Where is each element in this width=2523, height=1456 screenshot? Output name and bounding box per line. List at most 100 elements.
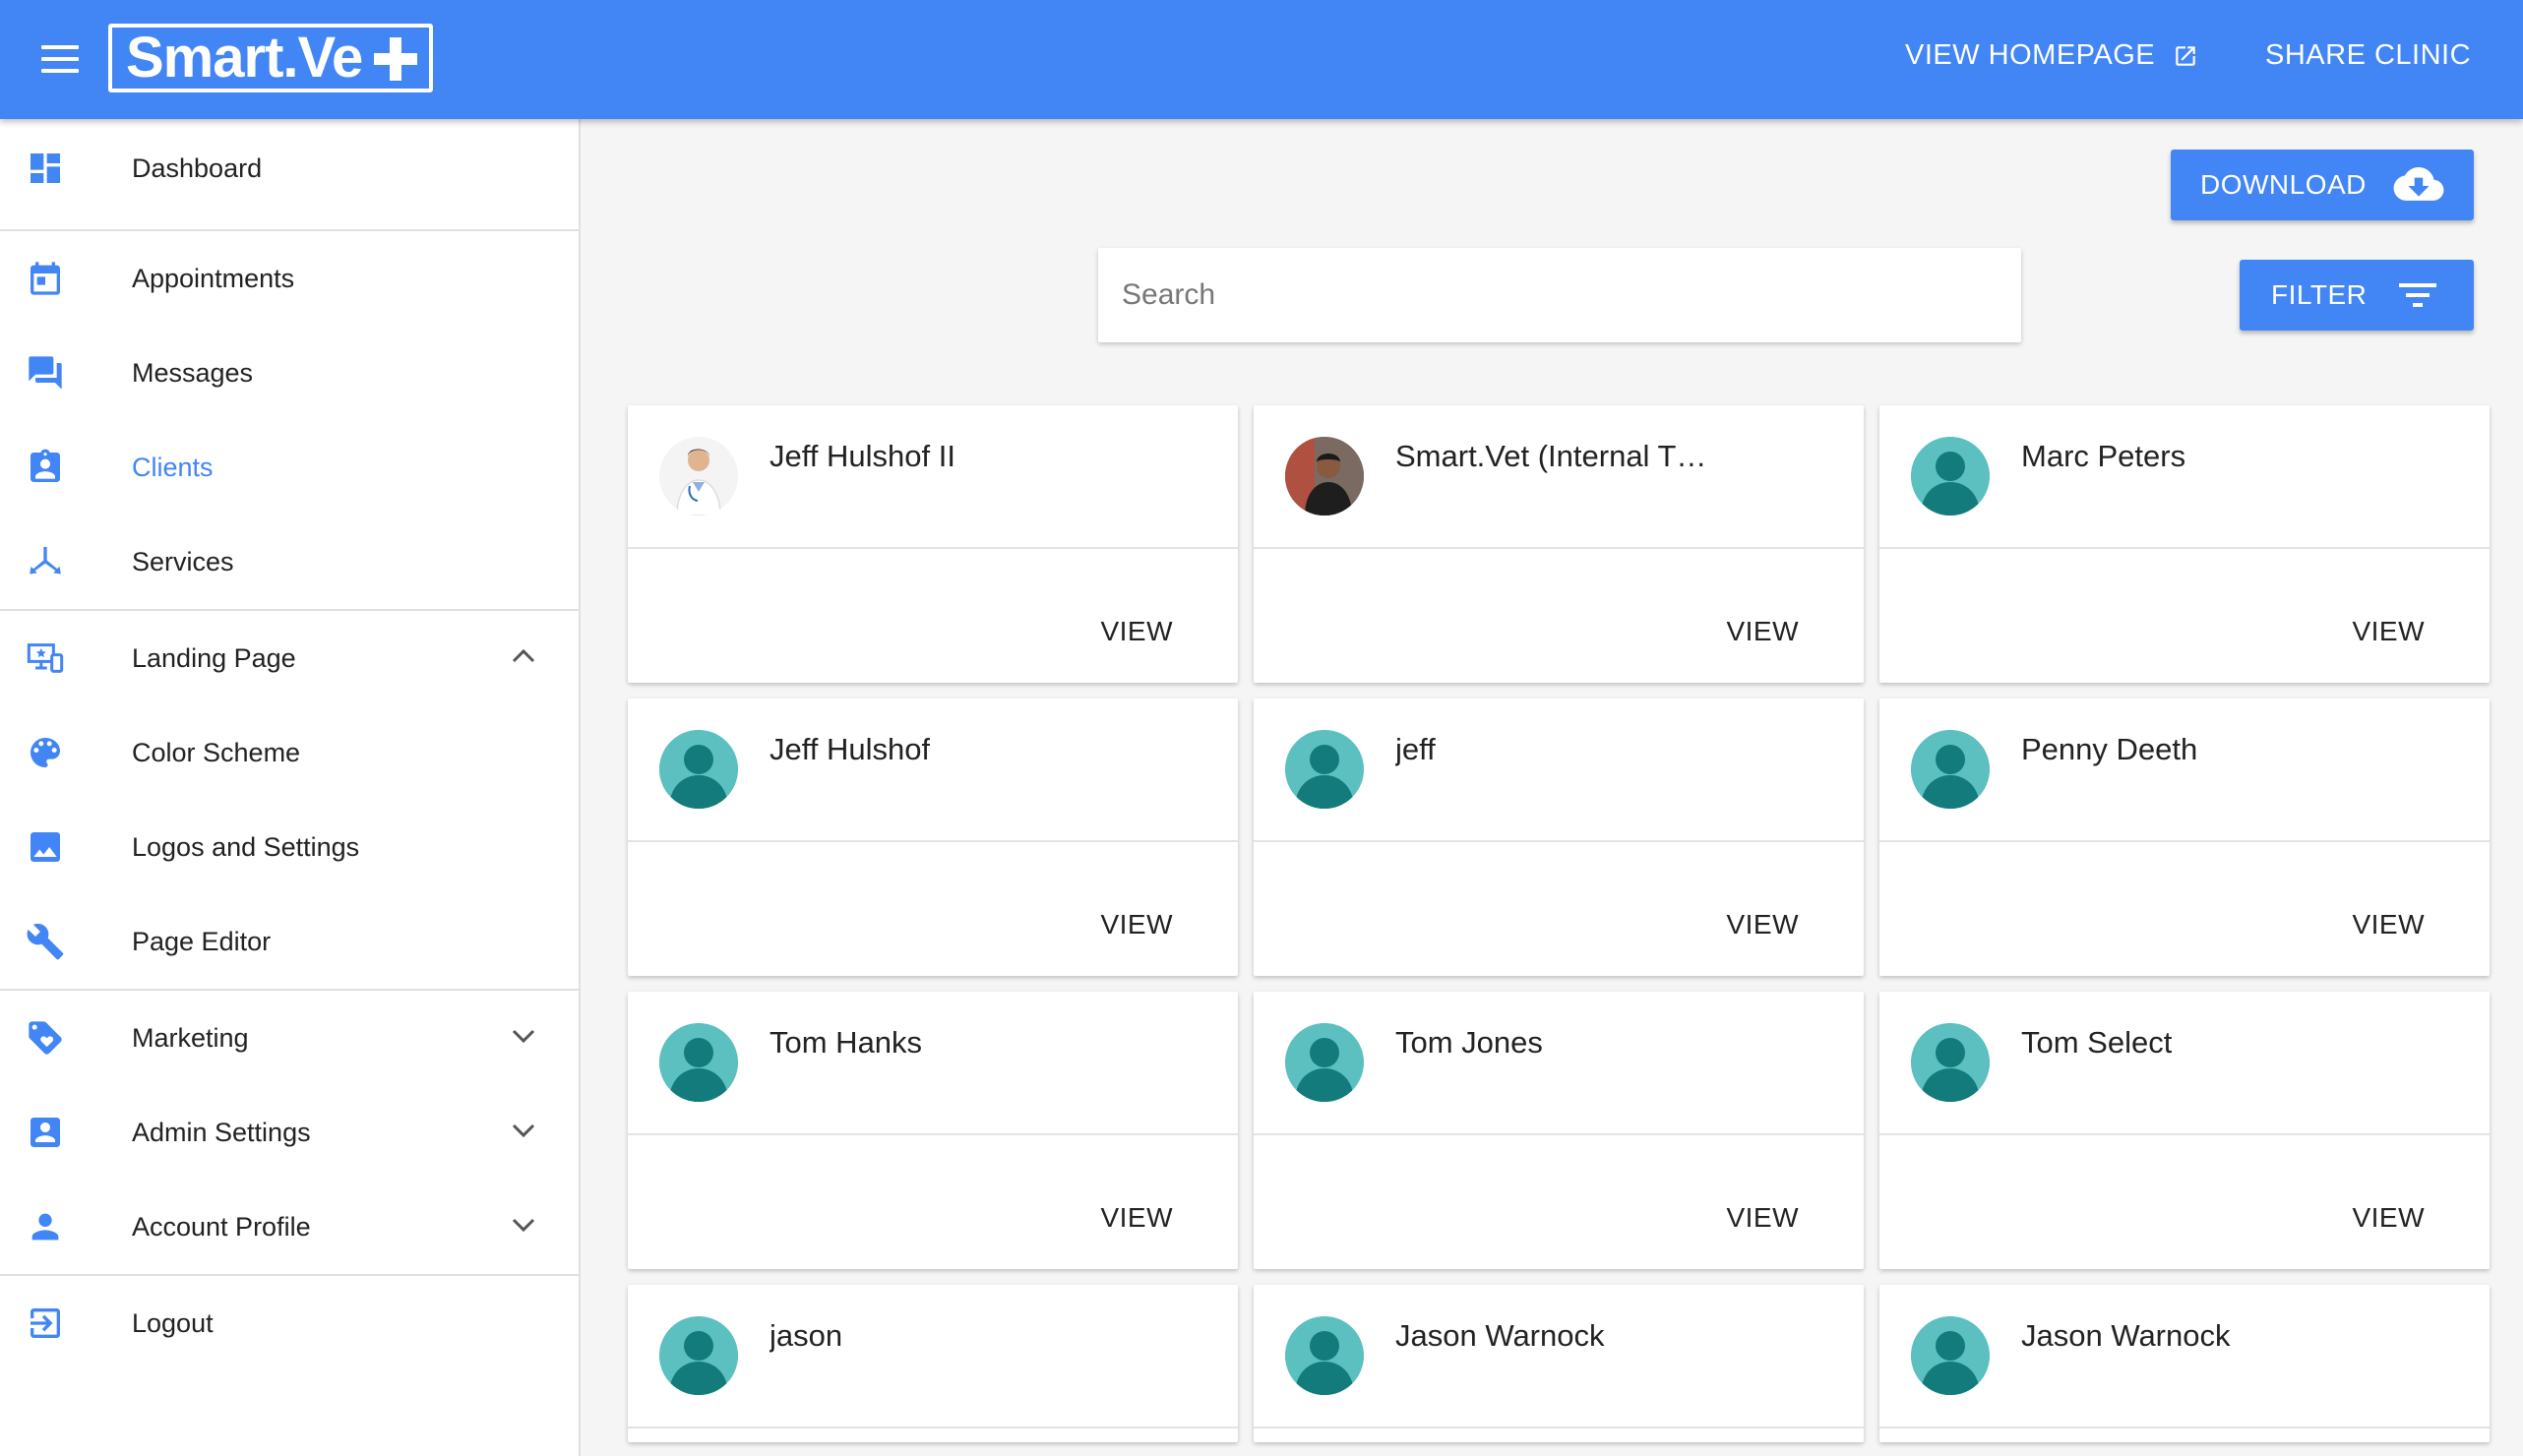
person-icon	[31, 1213, 59, 1241]
wrench-icon	[27, 923, 64, 960]
client-card: Tom Jones VIEW	[1254, 992, 1864, 1269]
client-card: Tom Select VIEW	[1879, 992, 2490, 1269]
hamburger-menu-icon[interactable]	[41, 45, 79, 73]
view-homepage-link[interactable]: VIEW HOMEPAGE	[1905, 39, 2155, 72]
logo-plus-icon	[374, 37, 417, 81]
palette-icon	[31, 738, 60, 767]
client-card: Jason Warnock	[1879, 1285, 2490, 1442]
sidebar-item-label: Account Profile	[132, 1211, 311, 1242]
sidebar-item-label: Appointments	[132, 263, 295, 293]
calendar-icon	[31, 262, 60, 295]
search-field[interactable]	[1098, 248, 2021, 342]
sidebar-item-clients[interactable]: Clients	[0, 420, 579, 515]
sidebar-item-appointments[interactable]: Appointments	[0, 231, 579, 326]
filter-button[interactable]: FILTER	[2240, 260, 2474, 331]
client-name: Tom Jones	[1395, 1025, 1543, 1060]
client-card: Marc Peters VIEW	[1879, 405, 2490, 683]
view-button[interactable]: VIEW	[1726, 616, 1799, 647]
card-header: Tom Jones	[1254, 992, 1864, 1135]
card-header: Jeff Hulshof II	[628, 405, 1238, 549]
client-card: Penny Deeth VIEW	[1879, 698, 2490, 976]
client-name: Jeff Hulshof	[769, 732, 931, 766]
logo[interactable]: Smart.Ve	[108, 24, 433, 92]
view-button[interactable]: VIEW	[1100, 1202, 1173, 1234]
sidebar-item-logos-and-settings[interactable]: Logos and Settings	[0, 800, 579, 894]
card-header: Tom Hanks	[628, 992, 1238, 1135]
client-card: Jeff Hulshof VIEW	[628, 698, 1238, 976]
sidebar-item-marketing[interactable]: Marketing	[0, 991, 579, 1085]
avatar	[659, 1316, 738, 1395]
view-button[interactable]: VIEW	[2352, 1202, 2425, 1234]
client-card: Jeff Hulshof II VIEW	[628, 405, 1238, 683]
download-button[interactable]: DOWNLOAD	[2171, 150, 2474, 220]
sidebar-item-label: Services	[132, 546, 234, 576]
avatar	[1285, 437, 1364, 516]
chevron-down-icon[interactable]	[510, 1121, 537, 1140]
sidebar-item-label: Marketing	[132, 1022, 249, 1053]
search-input[interactable]	[1098, 248, 2021, 342]
sidebar-item-label: Landing Page	[132, 642, 296, 673]
card-header: Penny Deeth	[1879, 698, 2490, 842]
chevron-up-icon[interactable]	[510, 646, 537, 666]
filter-list-icon	[2399, 283, 2436, 307]
client-name: Smart.Vet (Internal T…	[1395, 439, 1707, 473]
sidebar-item-landing-page[interactable]: Landing Page	[0, 611, 579, 705]
sidebar-item-account-profile[interactable]: Account Profile	[0, 1180, 579, 1274]
client-card: Tom Hanks VIEW	[628, 992, 1238, 1269]
sidebar: Dashboard Appointments Messages Clients …	[0, 119, 581, 1456]
card-header: jeff	[1254, 698, 1864, 842]
dashboard-icon	[31, 153, 60, 183]
client-card: Smart.Vet (Internal T… VIEW	[1254, 405, 1864, 683]
view-button[interactable]: VIEW	[1726, 1202, 1799, 1234]
download-label: DOWNLOAD	[2200, 169, 2367, 200]
avatar	[1911, 730, 1990, 809]
view-button[interactable]: VIEW	[1726, 909, 1799, 940]
cloud-download-icon	[2393, 167, 2444, 201]
logo-text: Smart.Ve	[126, 26, 363, 90]
avatar	[659, 1023, 738, 1102]
sidebar-item-admin-settings[interactable]: Admin Settings	[0, 1085, 579, 1180]
card-header: Tom Select	[1879, 992, 2490, 1135]
sidebar-item-logout[interactable]: Logout	[0, 1276, 579, 1370]
share-clinic-link[interactable]: SHARE CLINIC	[2265, 39, 2471, 72]
sidebar-item-label: Page Editor	[132, 926, 272, 956]
view-button[interactable]: VIEW	[2352, 616, 2425, 647]
sidebar-item-services[interactable]: Services	[0, 515, 579, 609]
client-name: Jeff Hulshof II	[769, 439, 955, 473]
avatar	[1285, 730, 1364, 809]
view-button[interactable]: VIEW	[1100, 616, 1173, 647]
logout-icon	[31, 1308, 60, 1338]
assignment-ind-icon	[31, 449, 60, 482]
sidebar-item-label: Messages	[132, 357, 254, 388]
forum-icon	[29, 356, 62, 390]
card-header: Jeff Hulshof	[628, 698, 1238, 842]
client-name: Jason Warnock	[2021, 1318, 2231, 1353]
open-in-new-icon[interactable]	[2173, 43, 2198, 69]
view-button[interactable]: VIEW	[2352, 909, 2425, 940]
sidebar-item-page-editor[interactable]: Page Editor	[0, 894, 579, 989]
app-bar: Smart.Ve VIEW HOMEPAGE SHARE CLINIC	[0, 0, 2523, 119]
view-button[interactable]: VIEW	[1100, 909, 1173, 940]
client-name: jason	[769, 1318, 843, 1353]
avatar	[659, 730, 738, 809]
client-name: Tom Hanks	[769, 1025, 923, 1060]
chevron-down-icon[interactable]	[510, 1026, 537, 1046]
sidebar-item-label: Logos and Settings	[132, 831, 360, 862]
branch-icon	[30, 547, 61, 575]
chevron-down-icon[interactable]	[510, 1215, 537, 1235]
avatar	[659, 437, 738, 516]
client-card: jason	[628, 1285, 1238, 1442]
sidebar-item-label: Clients	[132, 452, 214, 482]
sidebar-item-label: Dashboard	[132, 152, 263, 183]
monitor-devices-icon	[27, 643, 64, 673]
client-name: Penny Deeth	[2021, 732, 2198, 766]
card-header: jason	[628, 1285, 1238, 1428]
avatar	[1911, 1316, 1990, 1395]
sidebar-item-messages[interactable]: Messages	[0, 326, 579, 420]
sidebar-item-label: Admin Settings	[132, 1117, 311, 1147]
image-icon	[31, 832, 60, 862]
card-header: Jason Warnock	[1254, 1285, 1864, 1428]
sidebar-item-color-scheme[interactable]: Color Scheme	[0, 705, 579, 800]
client-name: jeff	[1395, 732, 1436, 766]
sidebar-item-dashboard[interactable]: Dashboard	[0, 121, 579, 215]
